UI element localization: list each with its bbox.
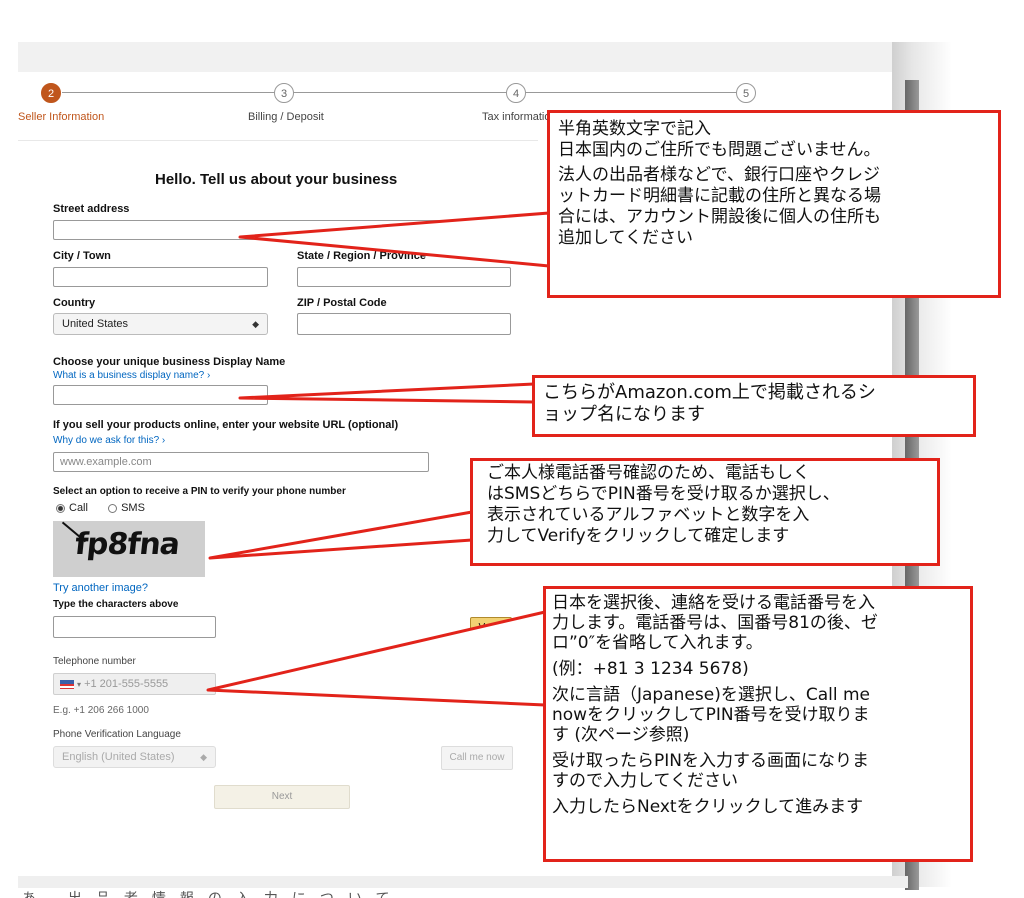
captcha-input[interactable] (53, 616, 216, 638)
telephone-label: Telephone number (53, 656, 136, 667)
country-select[interactable]: United States ◆ (53, 313, 268, 335)
country-value: United States (62, 318, 129, 330)
street-label: Street address (53, 203, 130, 215)
try-another-image-link[interactable]: Try another image? (53, 582, 148, 594)
state-label: State / Region / Province (297, 250, 426, 262)
display-name-input[interactable] (53, 385, 268, 405)
pin-option-label: Select an option to receive a PIN to ver… (53, 486, 346, 497)
callout-text: 受け取ったらPINを入力する画面になりま (552, 751, 869, 771)
page-title: Hello. Tell us about your business (155, 171, 398, 188)
callout-text: す (次ページ参照) (552, 725, 690, 745)
callout-text: ットカード明細書に記載の住所と異なる場 (558, 186, 881, 206)
next-button[interactable]: Next (214, 785, 350, 809)
callout-text: ご本人様電話番号確認のため、電話もしく (487, 463, 810, 483)
phone-language-label: Phone Verification Language (53, 729, 181, 740)
progress-step-label-tax: Tax information (482, 111, 557, 123)
select-arrow-icon: ◆ (200, 752, 207, 762)
callout-text: すので入力してください (552, 771, 738, 791)
captcha-image: fp8fna (53, 521, 205, 577)
city-input[interactable] (53, 267, 268, 287)
top-band (18, 42, 908, 72)
callout-text: 日本を選択後、連絡を受ける電話番号を入 (552, 593, 875, 613)
callout-text: ョップ名になります (543, 404, 705, 425)
progress-step-label-billing: Billing / Deposit (248, 111, 324, 123)
callout-text: nowをクリックしてPIN番号を受け取りま (552, 705, 870, 725)
progress-step-2: 2 (41, 83, 61, 103)
call-me-now-button[interactable]: Call me now (441, 746, 513, 770)
progress-step-3: 3 (274, 83, 294, 103)
callout-text: はSMSどちらでPIN番号を受け取るか選択し、 (487, 484, 840, 504)
captcha-text: fp8fna (73, 527, 181, 562)
callout-text: 追加してください (558, 228, 693, 248)
callout-text: (例：+81 3 1234 5678) (552, 659, 749, 679)
callout-pin: ご本人様電話番号確認のため、電話もしく はSMSどちらでPIN番号を受け取るか選… (470, 458, 940, 566)
progress-step-label-seller: Seller Information (18, 111, 105, 123)
progress-track (62, 92, 742, 93)
callout-text: こちらがAmazon.com上で掲載されるシ (543, 382, 876, 403)
header-divider (18, 140, 538, 141)
display-name-label: Choose your unique business Display Name (53, 356, 286, 368)
callout-display-name: こちらがAmazon.com上で掲載されるシ ョップ名になります (532, 375, 976, 437)
street-input[interactable] (53, 220, 511, 240)
callout-text: 表示されているアルファベットと数字を入 (487, 505, 810, 525)
progress-step-5: 5 (736, 83, 756, 103)
callout-text: 力してVerifyをクリックして確定します (487, 526, 790, 546)
website-input[interactable]: www.example.com (53, 452, 429, 472)
bottom-caption: あ 出品者情報の入力について (22, 890, 404, 898)
callout-text: 半角英数文字で記入 (558, 119, 711, 139)
select-arrow-icon: ◆ (252, 319, 259, 329)
telephone-placeholder: +1 201-555-5555 (84, 678, 169, 690)
telephone-input[interactable]: ▾ +1 201-555-5555 (53, 673, 216, 695)
website-label: If you sell your products online, enter … (53, 419, 399, 431)
callout-text: 法人の出品者様などで、銀行口座やクレジ (558, 165, 880, 185)
callout-address: 半角英数文字で記入 日本国内のご住所でも問題ございません。 法人の出品者様などで… (547, 110, 1001, 298)
callout-telephone: 日本を選択後、連絡を受ける電話番号を入 力します。電話番号は、国番号81の後、ゼ… (543, 586, 973, 862)
progress-step-4: 4 (506, 83, 526, 103)
zip-input[interactable] (297, 313, 511, 335)
us-flag-icon[interactable] (60, 679, 74, 689)
website-help-link[interactable]: Why do we ask for this? › (53, 435, 165, 446)
verify-button[interactable]: Verify (470, 617, 512, 639)
sms-radio-label: SMS (121, 502, 145, 514)
page-footer-band (18, 876, 908, 888)
city-label: City / Town (53, 250, 111, 262)
telephone-example: E.g. +1 206 266 1000 (53, 705, 149, 716)
sms-radio[interactable] (108, 503, 118, 513)
state-input[interactable] (297, 267, 511, 287)
call-radio[interactable] (56, 503, 65, 513)
display-name-help-link[interactable]: What is a business display name? › (53, 370, 210, 381)
callout-text: ロ”0″を省略して入れます。 (552, 633, 763, 653)
type-characters-label: Type the characters above (53, 599, 179, 610)
callout-text: 入力したらNextをクリックして進みます (552, 797, 864, 817)
phone-language-value: English (United States) (62, 751, 175, 763)
phone-language-select[interactable]: English (United States) ◆ (53, 746, 216, 768)
pin-option-group: Call SMS (56, 502, 145, 514)
callout-text: 合には、アカウント開設後に個人の住所も (558, 207, 881, 227)
zip-label: ZIP / Postal Code (297, 297, 387, 309)
callout-text: 次に言語（Japanese)を選択し、Call me (552, 685, 870, 705)
callout-text: 日本国内のご住所でも問題ございません。 (558, 140, 881, 160)
call-radio-label: Call (69, 502, 88, 514)
callout-text: 力します。電話番号は、国番号81の後、ゼ (552, 613, 878, 633)
country-label: Country (53, 297, 96, 309)
